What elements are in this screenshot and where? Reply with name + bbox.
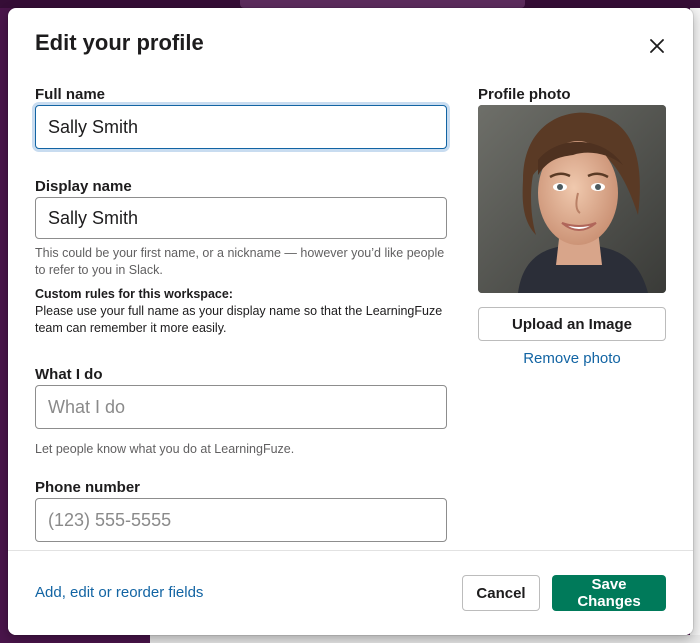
phone-number-label: Phone number (35, 479, 141, 496)
profile-photo (478, 105, 666, 293)
display-name-label: Display name (35, 178, 132, 195)
app-message-area (150, 635, 700, 643)
workspace-rules: Custom rules for this workspace: Please … (35, 286, 455, 337)
cancel-button[interactable]: Cancel (462, 575, 540, 611)
profile-photo-image (478, 105, 666, 293)
what-i-do-label: What I do (35, 366, 103, 383)
workspace-rules-title: Custom rules for this workspace: (35, 287, 233, 301)
save-changes-button[interactable]: Save Changes (552, 575, 666, 611)
close-icon (650, 39, 664, 53)
profile-form[interactable]: Full name Display name This could be you… (8, 68, 693, 550)
app-search-bar (240, 0, 525, 8)
phone-number-input[interactable] (35, 498, 447, 542)
close-button[interactable] (644, 33, 670, 59)
remove-photo-link[interactable]: Remove photo (478, 350, 666, 367)
workspace-rules-text: Please use your full name as your displa… (35, 304, 443, 335)
display-name-input[interactable] (35, 197, 447, 239)
dialog-title: Edit your profile (35, 30, 204, 55)
upload-image-button[interactable]: Upload an Image (478, 307, 666, 341)
what-i-do-input[interactable] (35, 385, 447, 429)
what-i-do-hint: Let people know what you do at LearningF… (35, 442, 295, 456)
edit-profile-dialog: Edit your profile Full name Display name… (8, 8, 693, 635)
full-name-input[interactable] (35, 105, 447, 149)
display-name-hint: This could be your first name, or a nick… (35, 246, 445, 277)
dialog-footer: Add, edit or reorder fields Cancel Save … (8, 550, 693, 635)
full-name-label: Full name (35, 86, 106, 103)
profile-photo-label: Profile photo (478, 86, 571, 103)
edit-fields-link[interactable]: Add, edit or reorder fields (35, 584, 203, 601)
